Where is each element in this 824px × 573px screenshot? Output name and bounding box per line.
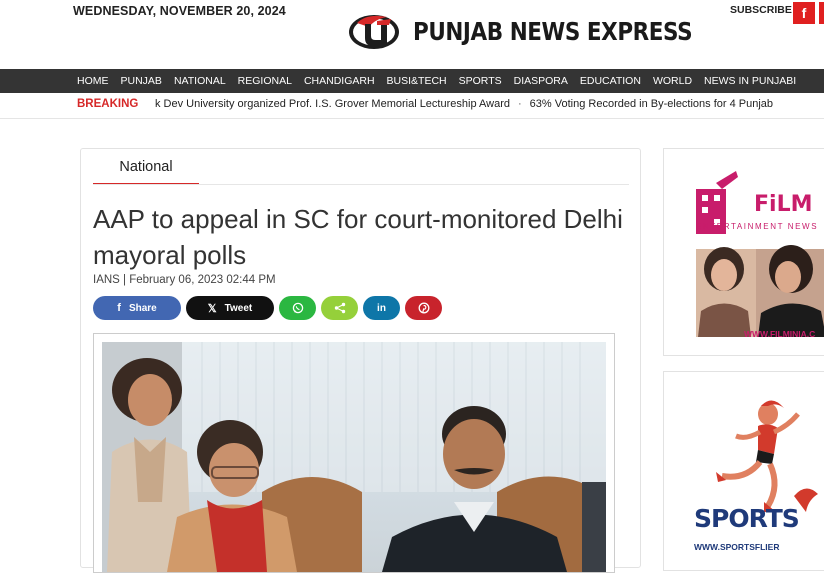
sportsflier-brand: SPORTS bbox=[694, 504, 800, 533]
main-nav: HOME PUNJAB NATIONAL REGIONAL CHANDIGARH… bbox=[0, 69, 824, 93]
ticker-item[interactable]: 63% Voting Recorded in By-elections for … bbox=[530, 98, 773, 110]
current-date: WEDNESDAY, NOVEMBER 20, 2024 bbox=[73, 4, 286, 18]
sportsflier-ad-banner[interactable]: SPORTS WWW.SPORTSFLIER bbox=[676, 384, 824, 569]
facebook-share-button[interactable]: f Share bbox=[93, 296, 181, 320]
x-twitter-icon: 𝕏 bbox=[207, 302, 217, 315]
ticker-separator: · bbox=[518, 98, 522, 110]
sidebar-ad-filminia[interactable]: FiLM ENTERTAINMENT NEWS WWW.FILMINIA.C bbox=[663, 148, 824, 356]
nav-item-regional[interactable]: REGIONAL bbox=[232, 75, 298, 87]
sidebar-ad-sportsflier[interactable]: SPORTS WWW.SPORTSFLIER bbox=[663, 371, 824, 571]
whatsapp-share-button[interactable] bbox=[279, 296, 316, 320]
category-divider bbox=[93, 184, 629, 185]
facebook-icon: f bbox=[117, 302, 121, 314]
twitter-share-button[interactable]: 𝕏 Tweet bbox=[186, 296, 274, 320]
breaking-ticker: k Dev University organized Prof. I.S. Gr… bbox=[155, 98, 787, 110]
twitter-share-label: Tweet bbox=[224, 302, 253, 314]
article-byline: IANS | February 06, 2023 02:44 PM bbox=[93, 274, 276, 286]
filminia-brand: FiLM bbox=[754, 192, 813, 217]
breaking-label: BREAKING bbox=[77, 98, 139, 110]
category-tab[interactable]: National bbox=[93, 159, 199, 185]
nav-item-chandigarh[interactable]: CHANDIGARH bbox=[298, 75, 381, 87]
article-photo-frame bbox=[93, 333, 615, 573]
nav-item-news-in-punjabi[interactable]: NEWS IN PUNJABI bbox=[698, 75, 802, 87]
sharethis-share-button[interactable] bbox=[321, 296, 358, 320]
share-buttons: f Share 𝕏 Tweet in bbox=[93, 296, 442, 320]
article-headline: AAP to appeal in SC for court-monitored … bbox=[93, 204, 623, 270]
site-logo[interactable]: PUNJAB NEWS EXPRESS bbox=[347, 8, 738, 54]
facebook-share-label: Share bbox=[128, 302, 157, 314]
site-header: WEDNESDAY, NOVEMBER 20, 2024 PUNJAB NEWS… bbox=[0, 0, 824, 69]
share-icon bbox=[334, 302, 345, 314]
breaking-news-bar: BREAKING k Dev University organized Prof… bbox=[0, 93, 824, 119]
ticker-item[interactable]: k Dev University organized Prof. I.S. Gr… bbox=[155, 98, 510, 110]
site-name: PUNJAB NEWS EXPRESS bbox=[413, 16, 693, 46]
nav-item-sports[interactable]: SPORTS bbox=[453, 75, 508, 87]
nav-item-punjab[interactable]: PUNJAB bbox=[115, 75, 168, 87]
linkedin-icon: in bbox=[377, 302, 386, 314]
nav-item-national[interactable]: NATIONAL bbox=[168, 75, 232, 87]
facebook-icon[interactable]: f bbox=[793, 2, 815, 24]
nav-item-home[interactable]: HOME bbox=[71, 75, 115, 87]
nav-item-diaspora[interactable]: DIASPORA bbox=[508, 75, 574, 87]
nav-item-education[interactable]: EDUCATION bbox=[574, 75, 647, 87]
nav-item-business-tech[interactable]: BUSI&TECH bbox=[381, 75, 453, 87]
press-conference-image bbox=[102, 342, 606, 572]
sportsflier-url: WWW.SPORTSFLIER bbox=[694, 542, 780, 552]
social-icon[interactable] bbox=[819, 2, 824, 24]
filminia-url: WWW.FILMINIA.C bbox=[744, 329, 816, 339]
linkedin-share-button[interactable]: in bbox=[363, 296, 400, 320]
pinterest-icon bbox=[418, 302, 429, 314]
filminia-tagline: ENTERTAINMENT NEWS bbox=[696, 222, 819, 231]
logo-emblem-icon bbox=[347, 9, 403, 53]
pinterest-share-button[interactable] bbox=[405, 296, 442, 320]
filminia-ad-image bbox=[676, 161, 824, 346]
subscribe-link[interactable]: SUBSCRIBE bbox=[730, 4, 792, 16]
whatsapp-icon bbox=[292, 302, 303, 314]
article-photo[interactable] bbox=[102, 342, 606, 572]
filminia-ad-banner[interactable]: FiLM ENTERTAINMENT NEWS WWW.FILMINIA.C bbox=[676, 161, 824, 346]
nav-item-world[interactable]: WORLD bbox=[647, 75, 698, 87]
article-card: National AAP to appeal in SC for court-m… bbox=[80, 148, 641, 573]
